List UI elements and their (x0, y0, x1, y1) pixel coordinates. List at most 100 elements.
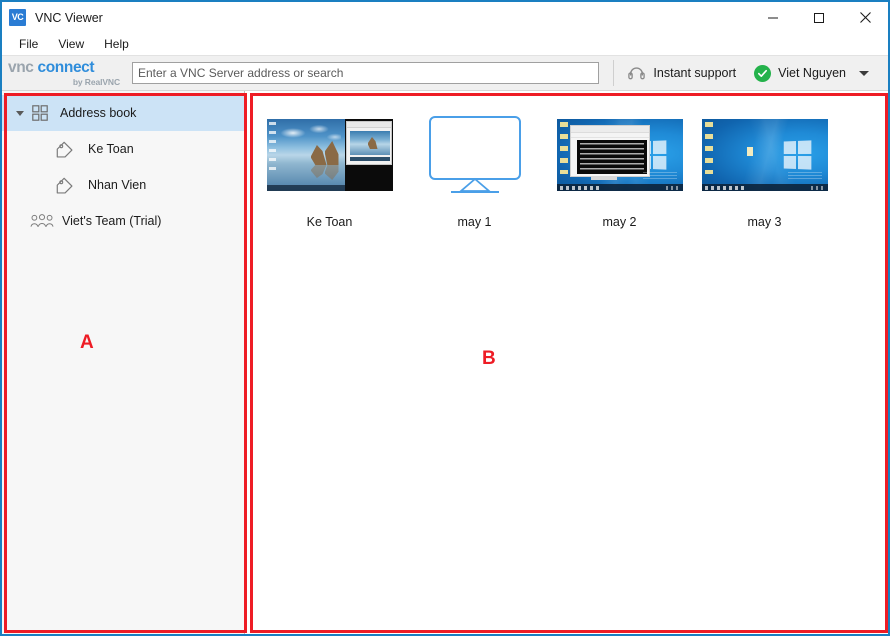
logo-pane (783, 141, 796, 155)
instant-support-label: Instant support (653, 66, 737, 80)
sidebar-item-label: Nhan Vien (88, 178, 147, 192)
taskbar-icons (704, 185, 747, 190)
terminal-area (576, 140, 647, 174)
tag-icon (52, 175, 76, 195)
connection-thumbnail-grid: Ke Toan may 1 may 2 may 3 (257, 109, 888, 229)
green-check-circle-icon (754, 64, 772, 82)
connection-item-may-3[interactable]: may 3 (692, 109, 837, 229)
console-window (569, 125, 650, 180)
desktop-icons (268, 122, 276, 174)
left-screen (266, 119, 345, 191)
connection-label: Ke Toan (306, 215, 353, 229)
empty-monitor-outline-icon (428, 116, 521, 193)
brand-wordmark: vnc connect (8, 59, 95, 76)
windows10-desktop-with-console-thumbnail (556, 119, 683, 191)
instant-support-button[interactable]: Instant support (618, 58, 745, 88)
annotation-letter-a: A (80, 332, 94, 353)
grid-glyph (32, 105, 48, 121)
tag-glyph (56, 141, 73, 158)
connection-label: may 2 (602, 215, 637, 229)
window-controls (750, 2, 888, 33)
logo-pane (783, 155, 796, 169)
desktop-icons (704, 122, 713, 174)
vnc-logo-icon: VC (9, 9, 26, 26)
close-icon (859, 12, 871, 23)
nested-window (345, 121, 392, 165)
sidebar-panel: Address book Ke Toan Nhan Vien Viet's Te… (2, 91, 245, 634)
people-glyph (30, 214, 54, 227)
window-title: VNC Viewer (35, 10, 103, 25)
expand-collapse-toggle[interactable] (12, 95, 28, 131)
vnc-viewer-window: VC VNC Viewer File View Help vnc connect… (0, 0, 890, 636)
terminal-text-lines (579, 143, 644, 171)
connection-item-ke-toan[interactable]: Ke Toan (257, 109, 402, 229)
brand-connect-text: connect (37, 59, 95, 76)
rock-reflection (324, 165, 339, 180)
menu-item-file[interactable]: File (10, 35, 47, 53)
tag-icon (52, 139, 76, 159)
desktop-icons (559, 122, 568, 174)
annotation-letter-b: B (482, 348, 496, 369)
sidebar-item-ke-toan[interactable]: Ke Toan (2, 131, 244, 167)
rock-reflection (310, 165, 327, 178)
search-box[interactable] (132, 62, 600, 84)
menu-item-help[interactable]: Help (95, 35, 138, 53)
headset-icon (628, 66, 646, 79)
account-menu-button[interactable]: Viet Nguyen (745, 58, 878, 88)
thumbnail-frame (266, 109, 394, 201)
system-tray (665, 185, 680, 190)
minimize-button[interactable] (750, 2, 796, 33)
connection-item-may-2[interactable]: may 2 (547, 109, 692, 229)
caret-down-icon[interactable] (859, 70, 869, 76)
connection-label: may 3 (747, 215, 782, 229)
window-title-bar (346, 122, 391, 128)
vnc-logo-text: VC (11, 12, 24, 22)
sidebar-item-nhan-vien[interactable]: Nhan Vien (2, 167, 244, 203)
main-body: Address book Ke Toan Nhan Vien Viet's Te… (2, 91, 888, 634)
windows-logo-icon (783, 140, 811, 170)
rock-formation (367, 137, 378, 149)
window-footer (349, 157, 390, 161)
system-tray (810, 185, 825, 190)
logo-pane (652, 140, 666, 154)
taskbar (556, 184, 683, 191)
maximize-button[interactable] (796, 2, 842, 33)
window-title-bar (570, 126, 649, 133)
minimize-icon (768, 17, 778, 18)
connection-item-may-1[interactable]: may 1 (402, 109, 547, 229)
sidebar-item-address-book[interactable]: Address book (2, 95, 244, 131)
logo-pane (652, 156, 666, 170)
menu-item-view[interactable]: View (49, 35, 93, 53)
menu-bar: File View Help (2, 33, 888, 55)
search-input[interactable] (138, 66, 594, 80)
sidebar-item-viets-team[interactable]: Viet's Team (Trial) (2, 203, 244, 239)
taskbar-icons (559, 185, 602, 190)
maximize-icon (814, 12, 824, 23)
close-button[interactable] (842, 2, 888, 33)
taskbar (701, 184, 828, 191)
window-content (349, 131, 390, 155)
tag-glyph (56, 177, 73, 194)
thumbnail-frame (411, 109, 539, 201)
selected-desktop-icon (746, 147, 753, 156)
activate-windows-watermark (642, 172, 677, 179)
content-panel: Ke Toan may 1 may 2 may 3 (245, 91, 888, 634)
logo-pane (797, 140, 811, 154)
check-icon (758, 69, 768, 77)
toolbar-divider (613, 60, 615, 86)
account-name-label: Viet Nguyen (778, 66, 846, 80)
brand-subtitle: by RealVNC (72, 76, 120, 87)
thumbnail-frame (701, 109, 829, 201)
sidebar-item-label: Viet's Team (Trial) (62, 214, 162, 228)
brand-vnc-text: vnc (8, 59, 34, 76)
chevron-down-icon (16, 110, 24, 116)
activate-windows-watermark (787, 172, 822, 179)
sidebar-item-label: Address book (60, 106, 137, 120)
taskbar (266, 185, 345, 191)
toolbar: vnc connect by RealVNC Instant support (2, 55, 888, 91)
title-bar: VC VNC Viewer (2, 2, 888, 33)
thumbnail-frame (556, 109, 684, 201)
connection-label: may 1 (457, 215, 492, 229)
sidebar-item-label: Ke Toan (88, 142, 134, 156)
grid-icon (28, 103, 52, 123)
